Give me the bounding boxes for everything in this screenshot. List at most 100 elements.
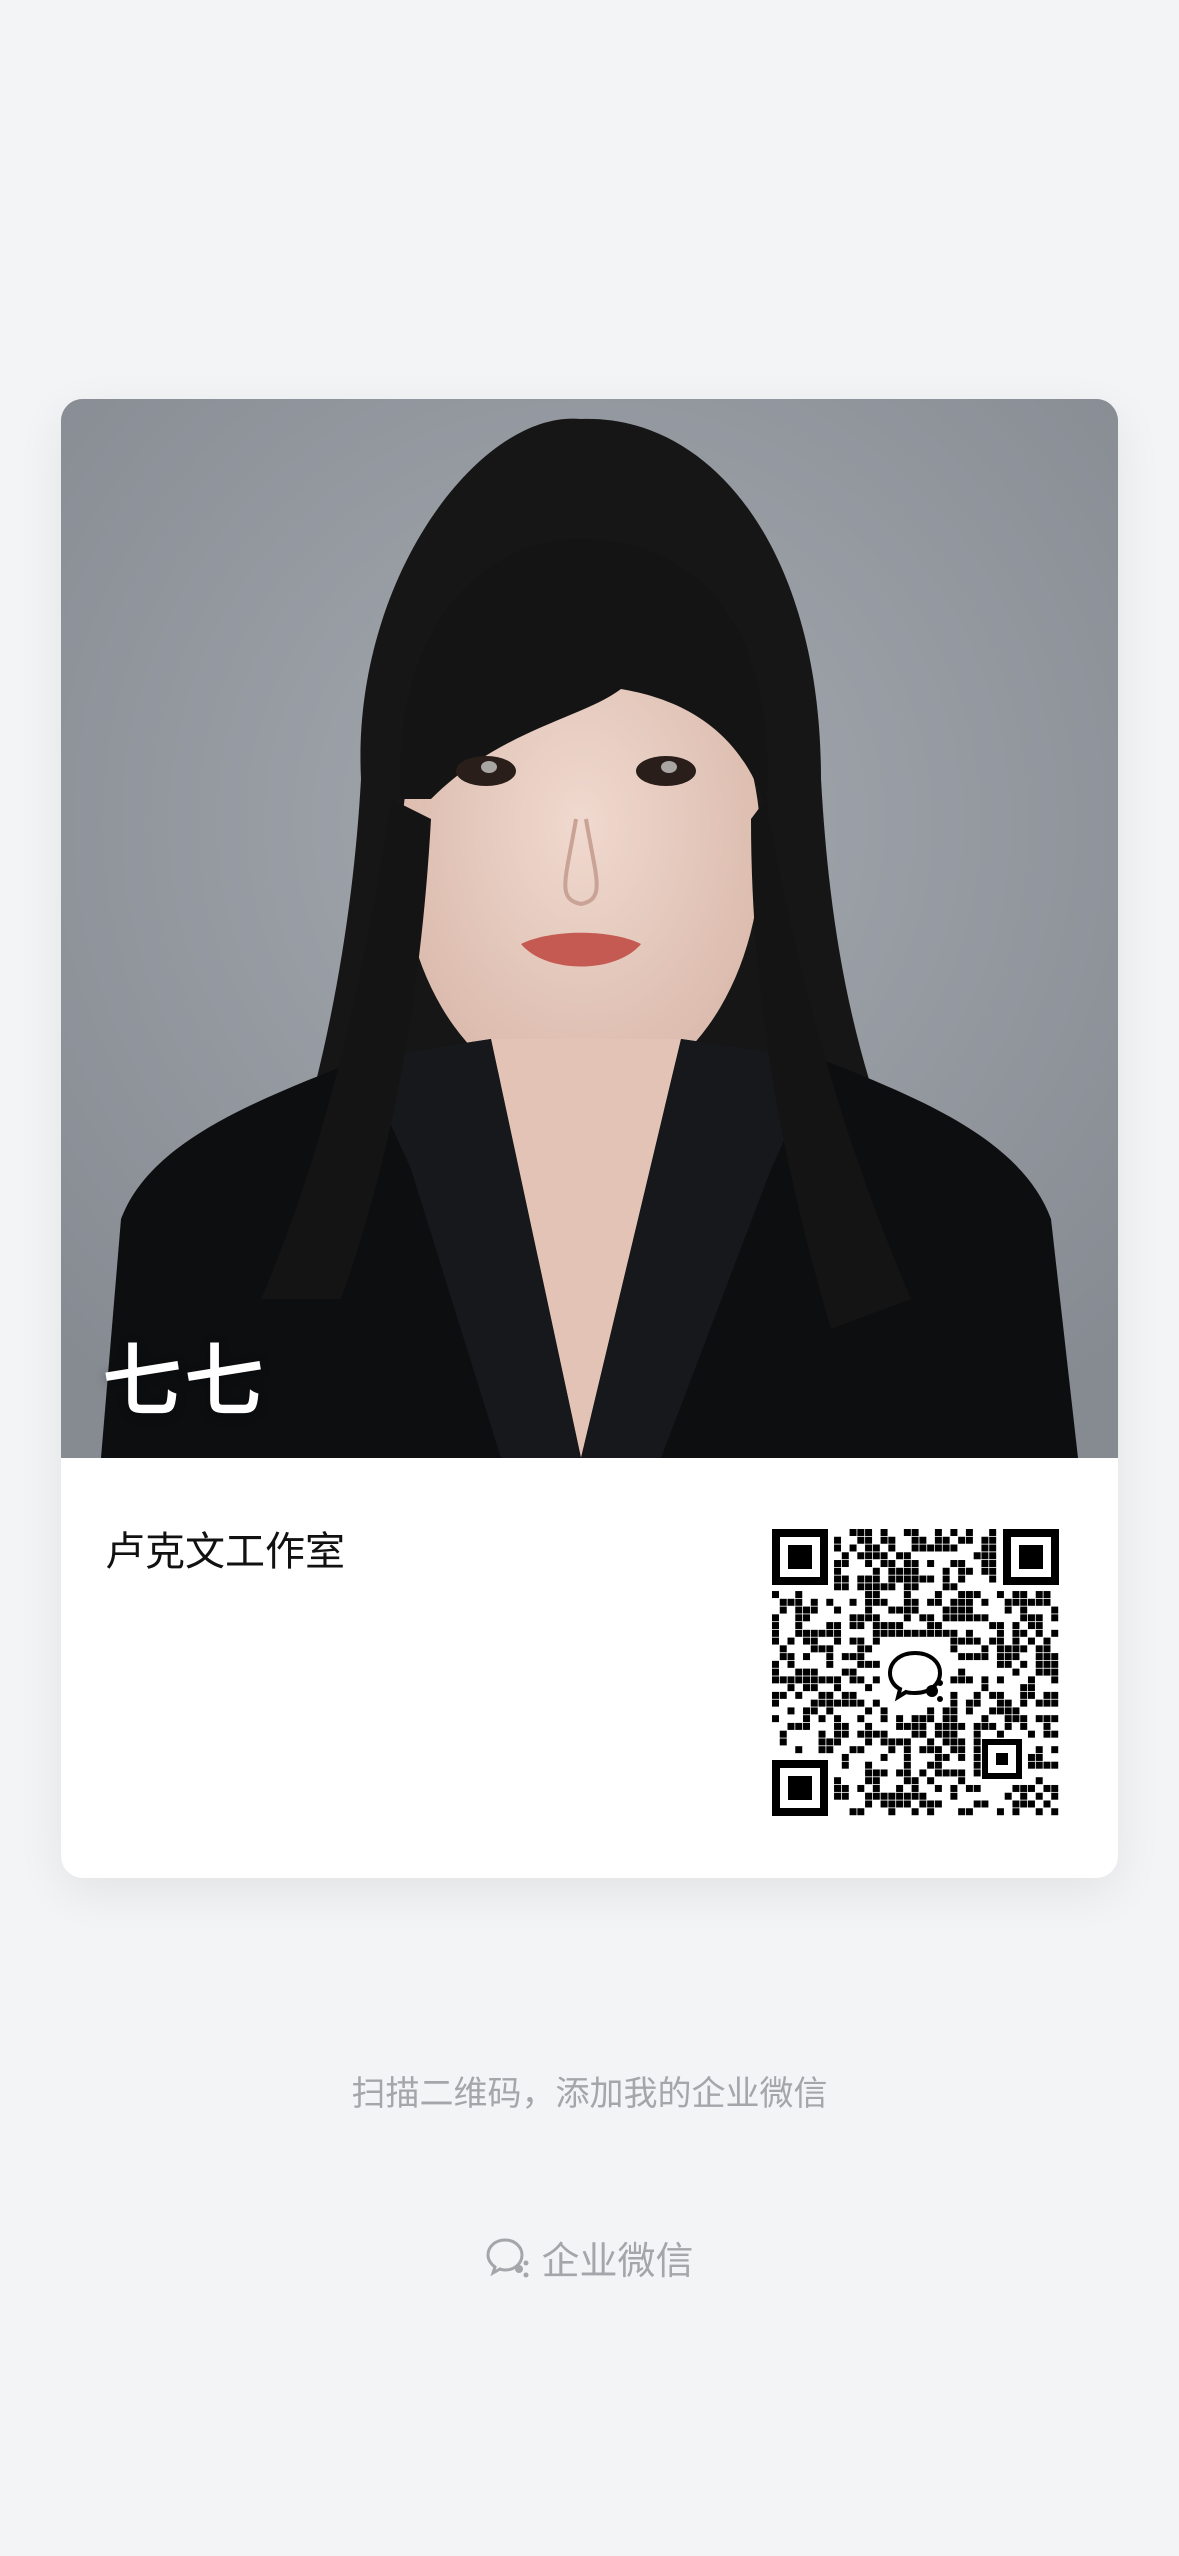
qr-module — [942, 1583, 950, 1591]
qr-module — [996, 1645, 1004, 1653]
qr-module — [857, 1645, 865, 1653]
qr-module — [950, 1722, 958, 1730]
qr-module — [841, 1575, 849, 1583]
qr-module — [1035, 1753, 1043, 1761]
qr-module — [1035, 1668, 1043, 1676]
qr-module — [1012, 1800, 1020, 1808]
qr-module — [981, 1598, 989, 1606]
qr-module — [973, 1637, 981, 1645]
qr-module — [857, 1552, 865, 1560]
qr-module — [841, 1583, 849, 1591]
qr-module — [1035, 1629, 1043, 1637]
qr-module — [872, 1730, 880, 1738]
qr-module — [849, 1699, 857, 1707]
qr-module — [1012, 1653, 1020, 1661]
scan-hint-text: 扫描二维码，添加我的企业微信 — [351, 2074, 828, 2114]
qr-module — [834, 1784, 842, 1792]
qr-module — [1012, 1622, 1020, 1630]
qr-module — [857, 1536, 865, 1544]
qr-module — [965, 1699, 973, 1707]
qr-module — [888, 1544, 896, 1552]
qr-module — [834, 1684, 842, 1692]
qr-module — [841, 1761, 849, 1769]
qr-module — [911, 1784, 919, 1792]
qr-module — [779, 1645, 787, 1653]
qr-module — [1043, 1730, 1051, 1738]
qr-module — [772, 1637, 779, 1645]
qr-module — [880, 1560, 888, 1568]
qr-module — [826, 1707, 834, 1715]
qr-module — [849, 1653, 857, 1661]
qr-module — [973, 1753, 981, 1761]
qr-module — [834, 1730, 842, 1738]
qr-module — [996, 1707, 1004, 1715]
qr-module — [1027, 1691, 1035, 1699]
qr-module — [989, 1544, 997, 1552]
qr-module — [1020, 1792, 1028, 1800]
qr-module — [896, 1715, 904, 1723]
qr-module — [896, 1575, 904, 1583]
qr-module — [772, 1699, 779, 1707]
qr-module — [1035, 1699, 1043, 1707]
qr-module — [1004, 1645, 1012, 1653]
qr-module — [981, 1800, 989, 1808]
qr-module — [1035, 1645, 1043, 1653]
qr-module — [958, 1769, 966, 1777]
qr-module — [872, 1598, 880, 1606]
qr-module — [865, 1591, 873, 1599]
qr-module — [1004, 1715, 1012, 1723]
qr-module — [965, 1808, 973, 1816]
qr-module — [911, 1792, 919, 1800]
qr-module — [896, 1567, 904, 1575]
qr-module — [903, 1591, 911, 1599]
qr-module — [826, 1598, 834, 1606]
qr-module — [1035, 1622, 1043, 1630]
qr-module — [803, 1614, 811, 1622]
qr-module — [865, 1761, 873, 1769]
qr-module — [834, 1676, 842, 1684]
qr-module — [779, 1691, 787, 1699]
qr-module — [919, 1629, 927, 1637]
qr-module — [1020, 1691, 1028, 1699]
qr-module — [888, 1575, 896, 1583]
qr-module — [911, 1567, 919, 1575]
qr-module — [810, 1606, 818, 1614]
qr-module — [965, 1676, 973, 1684]
qr-module — [1051, 1746, 1059, 1754]
qr-module — [872, 1784, 880, 1792]
qr-module — [772, 1591, 779, 1599]
qr-module — [950, 1676, 958, 1684]
qr-module — [950, 1792, 958, 1800]
qr-module — [803, 1707, 811, 1715]
qr-module — [989, 1707, 997, 1715]
qr-module — [849, 1598, 857, 1606]
qr-module — [834, 1738, 842, 1746]
qr-module — [1051, 1691, 1059, 1699]
qr-module — [1051, 1668, 1059, 1676]
qr-module — [903, 1746, 911, 1754]
qr-module — [1004, 1792, 1012, 1800]
qr-module — [1020, 1715, 1028, 1723]
qr-module — [973, 1722, 981, 1730]
qr-module — [934, 1536, 942, 1544]
qr-module — [911, 1583, 919, 1591]
qr-module — [865, 1606, 873, 1614]
qr-module — [1004, 1598, 1012, 1606]
qr-module — [965, 1784, 973, 1792]
contact-name: 七七 — [103, 1337, 268, 1427]
qr-module — [1020, 1800, 1028, 1808]
qr-module — [857, 1529, 865, 1536]
qr-module — [857, 1715, 865, 1723]
qr-module — [1043, 1660, 1051, 1668]
qr-module — [896, 1606, 904, 1614]
qr-module — [880, 1738, 888, 1746]
qr-module — [841, 1552, 849, 1560]
qr-module — [888, 1567, 896, 1575]
qr-module — [834, 1567, 842, 1575]
qr-module — [919, 1544, 927, 1552]
qr-finder-bottom-left — [772, 1760, 828, 1816]
qr-module — [849, 1637, 857, 1645]
qr-module — [888, 1622, 896, 1630]
qr-module — [1027, 1684, 1035, 1692]
qr-module — [834, 1699, 842, 1707]
